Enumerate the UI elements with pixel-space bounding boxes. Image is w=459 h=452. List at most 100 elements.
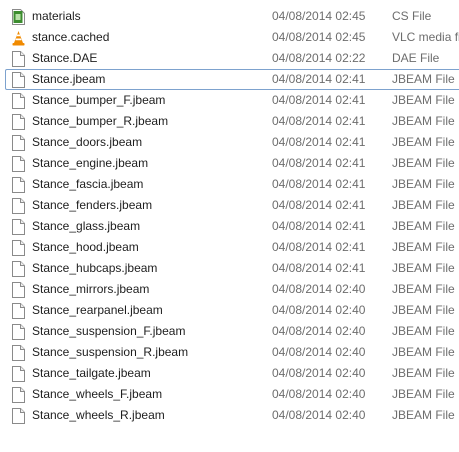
file-type: JBEAM File bbox=[392, 114, 455, 128]
file-name: materials bbox=[32, 9, 81, 23]
file-name: Stance_fenders.jbeam bbox=[32, 198, 153, 212]
file-date-modified: 04/08/2014 02:41 bbox=[272, 240, 366, 254]
file-row[interactable]: Stance_engine.jbeam 04/08/2014 02:41 JBE… bbox=[0, 153, 459, 174]
file-row[interactable]: Stance_hood.jbeam 04/08/2014 02:41 JBEAM… bbox=[0, 237, 459, 258]
file-type: JBEAM File bbox=[392, 156, 455, 170]
file-date-modified: 04/08/2014 02:41 bbox=[272, 114, 366, 128]
file-date-modified: 04/08/2014 02:41 bbox=[272, 93, 366, 107]
file-name: Stance_wheels_F.jbeam bbox=[32, 387, 163, 401]
blank-document-icon bbox=[12, 135, 25, 151]
file-type: JBEAM File bbox=[392, 282, 455, 296]
blank-document-icon bbox=[12, 177, 25, 193]
file-date-modified: 04/08/2014 02:40 bbox=[272, 303, 366, 317]
file-row[interactable]: Stance_tailgate.jbeam 04/08/2014 02:40 J… bbox=[0, 363, 459, 384]
file-row[interactable]: Stance_suspension_F.jbeam 04/08/2014 02:… bbox=[0, 321, 459, 342]
blank-document-icon bbox=[12, 366, 25, 382]
file-row[interactable]: stance.cached 04/08/2014 02:45 VLC media… bbox=[0, 27, 459, 48]
file-name: Stance.jbeam bbox=[32, 72, 106, 86]
file-type: CS File bbox=[392, 9, 432, 23]
file-name: Stance_suspension_R.jbeam bbox=[32, 345, 189, 359]
blank-document-icon bbox=[12, 345, 25, 361]
file-date-modified: 04/08/2014 02:40 bbox=[272, 282, 366, 296]
file-type: JBEAM File bbox=[392, 303, 455, 317]
file-type: JBEAM File bbox=[392, 366, 455, 380]
file-row[interactable]: Stance_fenders.jbeam 04/08/2014 02:41 JB… bbox=[0, 195, 459, 216]
file-name: Stance_engine.jbeam bbox=[32, 156, 149, 170]
blank-document-icon bbox=[12, 198, 25, 214]
file-name: Stance_bumper_F.jbeam bbox=[32, 93, 166, 107]
file-row[interactable]: Stance_bumper_F.jbeam 04/08/2014 02:41 J… bbox=[0, 90, 459, 111]
file-row[interactable]: Stance.jbeam 04/08/2014 02:41 JBEAM File bbox=[0, 69, 459, 90]
blank-document-icon bbox=[12, 324, 25, 340]
vlc-cone-icon bbox=[12, 30, 25, 46]
file-name: Stance_mirrors.jbeam bbox=[32, 282, 150, 296]
file-type: DAE File bbox=[392, 51, 440, 65]
blank-document-icon bbox=[12, 261, 25, 277]
file-type: JBEAM File bbox=[392, 240, 455, 254]
file-type: JBEAM File bbox=[392, 177, 455, 191]
file-row[interactable]: Stance_fascia.jbeam 04/08/2014 02:41 JBE… bbox=[0, 174, 459, 195]
file-name: Stance_hubcaps.jbeam bbox=[32, 261, 158, 275]
blank-document-icon bbox=[12, 387, 25, 403]
file-type: JBEAM File bbox=[392, 261, 455, 275]
blank-document-icon bbox=[12, 303, 25, 319]
file-type: JBEAM File bbox=[392, 345, 455, 359]
file-name: stance.cached bbox=[32, 30, 110, 44]
file-row[interactable]: Stance_wheels_R.jbeam 04/08/2014 02:40 J… bbox=[0, 405, 459, 426]
file-date-modified: 04/08/2014 02:41 bbox=[272, 135, 366, 149]
file-row[interactable]: Stance_rearpanel.jbeam 04/08/2014 02:40 … bbox=[0, 300, 459, 321]
file-type: JBEAM File bbox=[392, 408, 455, 422]
file-name: Stance_hood.jbeam bbox=[32, 240, 139, 254]
file-name: Stance_wheels_R.jbeam bbox=[32, 408, 165, 422]
file-name: Stance_tailgate.jbeam bbox=[32, 366, 151, 380]
blank-document-icon bbox=[12, 51, 25, 67]
file-type: JBEAM File bbox=[392, 135, 455, 149]
file-row[interactable]: Stance_suspension_R.jbeam 04/08/2014 02:… bbox=[0, 342, 459, 363]
file-name: Stance_suspension_F.jbeam bbox=[32, 324, 186, 338]
blank-document-icon bbox=[12, 156, 25, 172]
file-date-modified: 04/08/2014 02:40 bbox=[272, 366, 366, 380]
file-list[interactable]: materials 04/08/2014 02:45 CS File stanc… bbox=[0, 6, 459, 426]
blank-document-icon bbox=[12, 282, 25, 298]
blank-document-icon bbox=[12, 114, 25, 130]
file-name: Stance_rearpanel.jbeam bbox=[32, 303, 163, 317]
file-type: JBEAM File bbox=[392, 387, 455, 401]
file-row[interactable]: Stance_hubcaps.jbeam 04/08/2014 02:41 JB… bbox=[0, 258, 459, 279]
file-date-modified: 04/08/2014 02:22 bbox=[272, 51, 366, 65]
file-type: JBEAM File bbox=[392, 93, 455, 107]
file-date-modified: 04/08/2014 02:41 bbox=[272, 72, 366, 86]
file-date-modified: 04/08/2014 02:41 bbox=[272, 219, 366, 233]
file-row[interactable]: Stance.DAE 04/08/2014 02:22 DAE File bbox=[0, 48, 459, 69]
blank-document-icon bbox=[12, 408, 25, 424]
file-date-modified: 04/08/2014 02:40 bbox=[272, 324, 366, 338]
file-row[interactable]: Stance_bumper_R.jbeam 04/08/2014 02:41 J… bbox=[0, 111, 459, 132]
cs-file-icon bbox=[12, 9, 25, 25]
file-row[interactable]: Stance_glass.jbeam 04/08/2014 02:41 JBEA… bbox=[0, 216, 459, 237]
blank-document-icon bbox=[12, 72, 25, 88]
file-name: Stance_doors.jbeam bbox=[32, 135, 143, 149]
file-type: JBEAM File bbox=[392, 219, 455, 233]
file-date-modified: 04/08/2014 02:40 bbox=[272, 387, 366, 401]
file-name: Stance_fascia.jbeam bbox=[32, 177, 144, 191]
file-date-modified: 04/08/2014 02:41 bbox=[272, 177, 366, 191]
file-type: VLC media file bbox=[392, 30, 459, 44]
file-row[interactable]: Stance_mirrors.jbeam 04/08/2014 02:40 JB… bbox=[0, 279, 459, 300]
file-date-modified: 04/08/2014 02:40 bbox=[272, 408, 366, 422]
file-type: JBEAM File bbox=[392, 198, 455, 212]
blank-document-icon bbox=[12, 93, 25, 109]
file-type: JBEAM File bbox=[392, 324, 455, 338]
file-row[interactable]: Stance_doors.jbeam 04/08/2014 02:41 JBEA… bbox=[0, 132, 459, 153]
file-row[interactable]: Stance_wheels_F.jbeam 04/08/2014 02:40 J… bbox=[0, 384, 459, 405]
file-date-modified: 04/08/2014 02:41 bbox=[272, 261, 366, 275]
file-date-modified: 04/08/2014 02:41 bbox=[272, 156, 366, 170]
file-name: Stance_bumper_R.jbeam bbox=[32, 114, 169, 128]
file-date-modified: 04/08/2014 02:45 bbox=[272, 30, 366, 44]
file-type: JBEAM File bbox=[392, 72, 455, 86]
file-row[interactable]: materials 04/08/2014 02:45 CS File bbox=[0, 6, 459, 27]
blank-document-icon bbox=[12, 240, 25, 256]
file-date-modified: 04/08/2014 02:45 bbox=[272, 9, 366, 23]
blank-document-icon bbox=[12, 219, 25, 235]
file-date-modified: 04/08/2014 02:41 bbox=[272, 198, 366, 212]
file-name: Stance_glass.jbeam bbox=[32, 219, 141, 233]
file-date-modified: 04/08/2014 02:40 bbox=[272, 345, 366, 359]
